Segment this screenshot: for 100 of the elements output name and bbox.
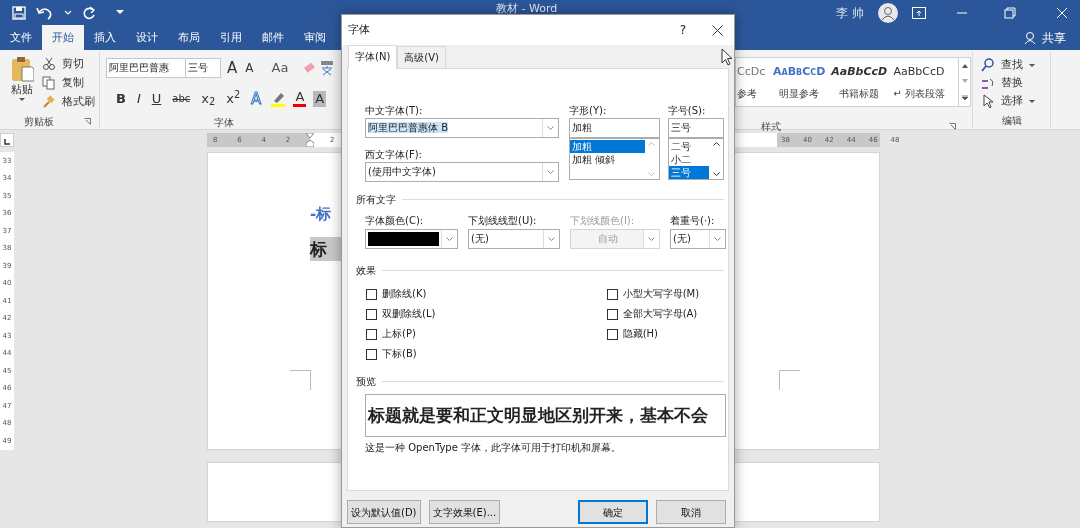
search-icon[interactable] [981,58,995,72]
checkbox[interactable] [366,348,377,360]
input-field[interactable]: 三号 [667,118,724,138]
ribbon-options-icon[interactable] [912,6,926,19]
highlighter-icon[interactable] [270,90,287,107]
style-option[interactable]: AaBbCcD ↵ 列表段落 [890,58,948,106]
dialog-button[interactable]: 取消 [656,500,727,524]
ribbon-tab[interactable]: 布局 [168,25,210,50]
scroll-up-icon[interactable] [961,63,968,68]
input-field[interactable]: 加粗 [569,118,660,138]
color-dropdown[interactable] [365,229,458,249]
bold-button[interactable]: B [114,90,128,107]
caret-icon[interactable] [548,237,555,241]
indent-marker-icon[interactable] [306,133,314,147]
gallery-scrollbar[interactable] [959,57,971,107]
strikethrough-button[interactable]: abc [170,90,193,107]
script-button[interactable]: x$^{2}$ [224,90,243,107]
undo-icon[interactable] [36,5,54,20]
ribbon-tab[interactable]: 文件 [0,25,42,50]
scroll-down-icon[interactable] [712,172,720,176]
ribbon-button[interactable]: 选择 [999,93,1025,109]
list-box[interactable]: 加粗 加粗 倾斜 [569,138,660,180]
ribbon-tab[interactable]: 设计 [126,25,168,50]
ribbon-button[interactable]: 复制 [60,75,86,91]
checkbox[interactable] [366,328,377,340]
caret-icon[interactable] [714,237,721,241]
tab-selector[interactable] [0,133,14,147]
scroll-up-icon[interactable] [712,142,720,146]
checkbox[interactable] [606,308,618,320]
pointer-icon[interactable] [981,94,995,108]
ribbon-button[interactable]: 格式刷 [60,94,97,110]
dialog-tab[interactable]: 字体(N) [348,45,398,69]
phonetic-icon[interactable] [320,60,335,76]
avatar-icon[interactable] [878,2,898,23]
dropdown[interactable]: 阿里巴巴普惠体 B [365,118,559,138]
person-icon [1024,30,1038,45]
close-icon[interactable] [712,24,723,36]
launcher-icon[interactable] [949,123,956,130]
caret-icon[interactable] [19,98,25,101]
caret-icon[interactable] [547,126,554,130]
underline-button[interactable]: U [149,90,164,107]
checkbox[interactable] [366,288,377,300]
field-label: 下划线颜色(I): [570,215,636,227]
dialog-button[interactable]: 文字效果(E)... [428,500,501,524]
list-option[interactable]: 三号 [668,166,709,179]
brush-icon[interactable] [42,95,56,109]
checkbox[interactable] [606,328,618,340]
clipboard-icon[interactable] [10,56,34,82]
more-icon[interactable] [961,95,968,101]
ribbon-tab[interactable]: 邮件 [252,25,294,50]
dropdown[interactable]: (无) [670,229,726,249]
checkbox[interactable] [366,308,377,320]
dialog-tab[interactable]: 高级(V) [397,46,446,68]
list-option[interactable]: 加粗 [570,140,645,153]
save-icon[interactable] [12,5,26,20]
restore-icon[interactable] [1004,6,1016,19]
style-option[interactable]: AaBbCcD 书籍标题 [828,58,891,106]
list-option[interactable]: 二号 [668,140,709,153]
font-color-button[interactable]: A [293,90,307,107]
ribbon-button[interactable]: 剪切 [60,56,86,72]
paste-button[interactable]: 粘贴 [9,82,35,98]
redo-icon[interactable] [82,5,96,20]
caret-icon[interactable] [1029,63,1035,67]
preview-text: 标题就是要和正文明显地区别开来，基本不会 [365,394,726,437]
checkbox-label: 上标(P) [382,328,416,340]
caret-icon[interactable] [547,170,554,174]
italic-button[interactable]: I [134,90,143,107]
ribbon-tab[interactable]: 审阅 [294,25,336,50]
ribbon-tab[interactable]: 开始 [42,25,84,50]
caret-icon[interactable] [1029,99,1035,103]
shrink-font-button[interactable]: A [243,60,256,76]
help-button[interactable]: ? [679,21,686,39]
checkbox[interactable] [606,288,618,300]
ribbon-tab[interactable]: 插入 [84,25,126,50]
copy-icon[interactable] [42,76,56,90]
launcher-icon[interactable] [84,118,91,125]
list-option[interactable]: 加粗 倾斜 [570,153,645,166]
style-option[interactable]: CcDc 参考 [736,58,770,106]
dialog-button[interactable]: 确定 [578,500,649,524]
list-option[interactable]: 小二 [668,153,709,166]
script-button[interactable]: x$_{2}$ [199,90,218,107]
share-button[interactable]: 共享 [1042,28,1066,47]
dropdown[interactable]: (使用中文字体) [365,162,559,182]
customize-icon[interactable] [116,10,124,15]
font-name-field[interactable]: 阿里巴巴普惠 [106,58,186,78]
crop-mark [779,370,800,390]
dropdown[interactable]: (无) [468,229,560,249]
caret-icon[interactable] [446,237,453,241]
scissors-icon[interactable] [42,57,56,71]
shading-button[interactable]: A [313,90,327,107]
ribbon-button[interactable]: 替换 [999,75,1025,91]
ribbon-button[interactable]: 查找 [999,57,1025,73]
font-size-field[interactable]: 三号 [185,58,221,78]
replace-icon[interactable] [981,76,995,90]
grow-font-button[interactable]: A [225,60,240,76]
dialog-button[interactable]: 设为默认值(D) [347,500,421,524]
ribbon-tab[interactable]: 引用 [210,25,252,50]
style-option[interactable]: AaBbCcD 明显参考 [770,58,829,106]
change-case-button[interactable]: Aa [269,60,291,76]
list-box[interactable]: 二号 小二 三号 [667,138,724,180]
